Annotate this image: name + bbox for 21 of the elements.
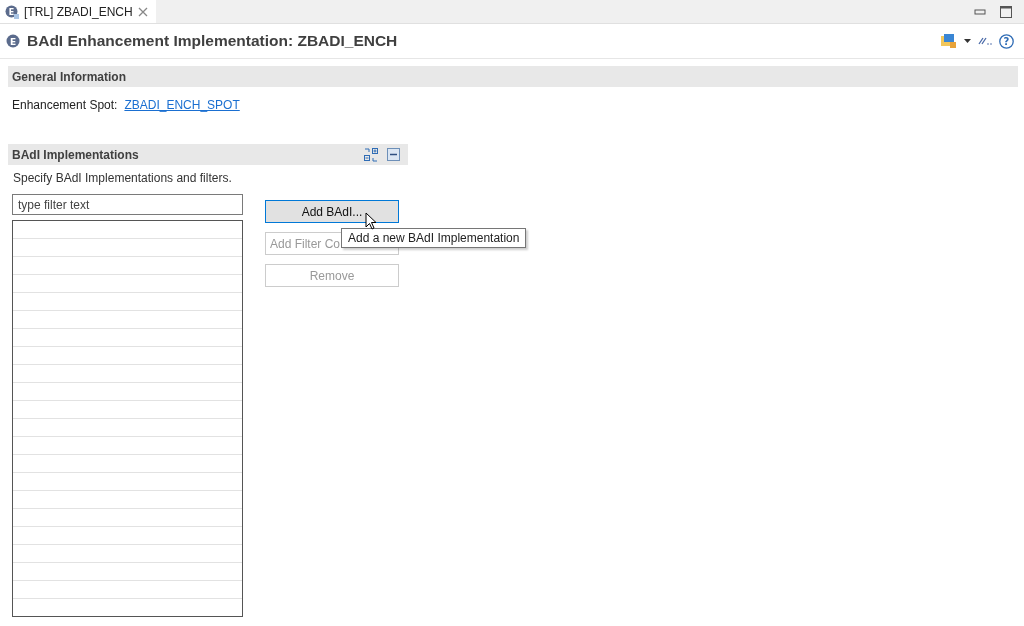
field-label: Enhancement Spot: xyxy=(12,98,118,112)
maximize-icon[interactable] xyxy=(1000,5,1012,18)
close-icon[interactable] xyxy=(137,6,148,17)
tooltip: Add a new BAdI Implementation xyxy=(341,228,527,248)
collapse-all-icon[interactable] xyxy=(387,148,400,161)
section-title: BAdI Implementations xyxy=(12,147,139,162)
editor-tab[interactable]: E [TRL] ZBADI_ENCH xyxy=(0,0,156,23)
dropdown-caret-icon[interactable] xyxy=(964,39,971,43)
editor-title: BAdI Enhancement Implementation: ZBADI_ENCH xyxy=(27,32,398,50)
folder-icon[interactable] xyxy=(941,33,957,49)
help-icon[interactable]: ? xyxy=(999,33,1014,49)
mouse-pointer-icon xyxy=(365,212,377,230)
action-button[interactable]: Add BAdI... xyxy=(265,200,399,223)
section-description: Specify BAdI Implementations and filters. xyxy=(12,170,233,185)
filter-field[interactable]: type filter text xyxy=(12,194,243,215)
section-title: General Information xyxy=(12,69,127,84)
expand-all-icon[interactable] xyxy=(364,147,378,162)
minimize-icon[interactable] xyxy=(974,7,986,16)
enhancement-icon: E xyxy=(5,4,19,19)
enhancement-icon: E xyxy=(6,34,20,48)
enhancement-spot-link[interactable]: ZBADI_ENCH_SPOT xyxy=(124,98,240,112)
